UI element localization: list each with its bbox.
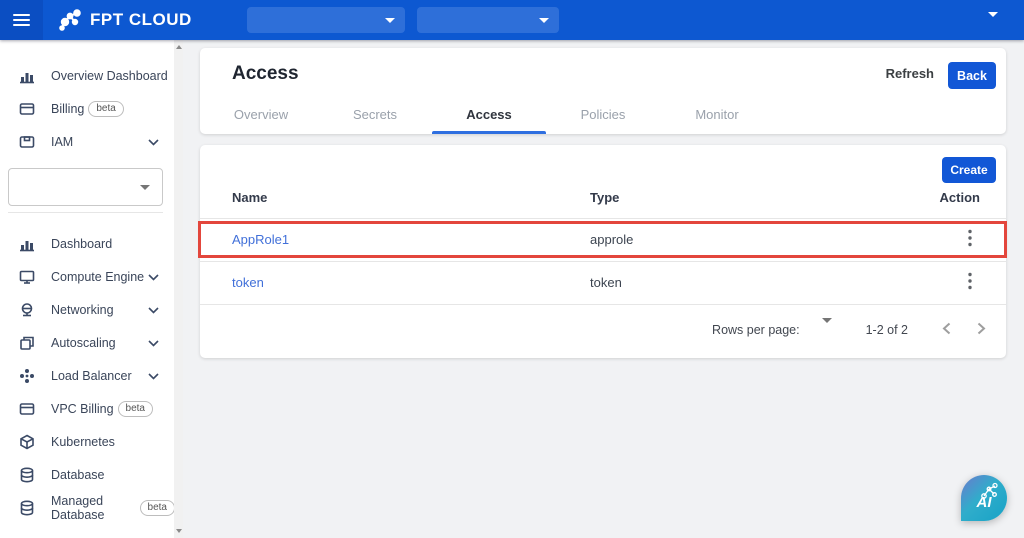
menu-icon[interactable] (0, 0, 43, 40)
refresh-button[interactable]: Refresh (886, 66, 934, 81)
row-type-value: approle (590, 232, 633, 247)
bar-chart-icon (18, 67, 36, 85)
access-header-card: Access Refresh Back Overview Secrets Acc… (200, 48, 1006, 134)
create-button[interactable]: Create (942, 157, 996, 183)
load-balancer-icon (18, 367, 36, 385)
previous-page-button[interactable] (942, 322, 951, 338)
chevron-down-icon (148, 270, 159, 284)
chevron-down-icon (148, 369, 159, 383)
sidebar-item-kubernetes[interactable]: Kubernetes (0, 425, 175, 458)
monitor-icon (18, 268, 36, 286)
sidebar-item-overview-dashboard[interactable]: Overview Dashboard (0, 59, 175, 92)
column-header-name: Name (232, 190, 267, 205)
row-name-link[interactable]: token (232, 275, 264, 290)
database-icon (18, 466, 36, 484)
sidebar-item-label: VPC Billing (51, 402, 114, 416)
sidebar-item-dashboard[interactable]: Dashboard (0, 227, 175, 260)
user-menu-dropdown[interactable] (988, 17, 998, 35)
sidebar-item-label: Networking (51, 303, 114, 317)
sidebar-item-label: IAM (51, 135, 73, 149)
sidebar-item-managed-database[interactable]: Managed Database beta (0, 491, 175, 524)
sidebar-item-label: Kubernetes (51, 435, 115, 449)
bar-chart-icon (18, 235, 36, 253)
fpt-cloud-logo: FPT CLOUD (57, 7, 192, 33)
sidebar-item-label: Dashboard (51, 237, 112, 251)
main-content: Access Refresh Back Overview Secrets Acc… (183, 40, 1024, 538)
tab-monitor[interactable]: Monitor (660, 100, 774, 134)
sidebar-item-iam[interactable]: IAM (0, 125, 175, 158)
chevron-down-icon (148, 303, 159, 317)
sidebar-item-label: Database (51, 468, 105, 482)
rows-per-page-label: Rows per page: (712, 323, 800, 337)
kebab-menu-icon[interactable] (964, 270, 976, 295)
sidebar-item-billing[interactable]: Billing beta (0, 92, 175, 125)
scroll-down-icon[interactable] (176, 529, 182, 533)
logo-network-icon (57, 7, 83, 33)
chevron-down-icon (148, 135, 159, 149)
page-title: Access (232, 63, 299, 85)
back-button[interactable]: Back (948, 62, 996, 89)
table-row[interactable]: AppRole1 approle (200, 218, 1006, 260)
next-page-button[interactable] (977, 322, 986, 338)
logo-text: FPT CLOUD (90, 10, 192, 30)
project-selector[interactable] (417, 7, 559, 33)
tab-access[interactable]: Access (432, 100, 546, 134)
ai-assistant-button[interactable]: AI (961, 475, 1007, 521)
chevron-down-icon (148, 336, 159, 350)
sidebar-item-compute-engine[interactable]: Compute Engine (0, 260, 175, 293)
table-row[interactable]: token token (200, 261, 1006, 303)
chevron-down-icon (539, 18, 549, 23)
chevron-down-icon (140, 185, 150, 190)
table-header: Name Type Action (200, 190, 1006, 218)
beta-badge: beta (88, 101, 123, 117)
sidebar-item-networking[interactable]: Networking (0, 293, 175, 326)
access-table-card: Create Name Type Action AppRole1 approle… (200, 145, 1006, 358)
tab-bar: Overview Secrets Access Policies Monitor (204, 100, 774, 134)
sidebar-item-label: Overview Dashboard (51, 69, 168, 83)
sidebar-context-selector[interactable] (8, 168, 163, 206)
top-bar: FPT CLOUD (0, 0, 1024, 40)
column-header-type: Type (590, 190, 619, 205)
id-card-icon (18, 133, 36, 151)
cube-icon (18, 433, 36, 451)
network-globe-icon (18, 301, 36, 319)
sidebar-scrollbar[interactable] (174, 40, 183, 538)
sidebar-item-autoscaling[interactable]: Autoscaling (0, 326, 175, 359)
tab-policies[interactable]: Policies (546, 100, 660, 134)
sidebar-divider (8, 212, 163, 213)
pagination-range: 1-2 of 2 (866, 323, 908, 337)
pagination: Rows per page: 1-2 of 2 (712, 310, 990, 350)
sidebar-item-database[interactable]: Database (0, 458, 175, 491)
row-name-link[interactable]: AppRole1 (232, 232, 289, 247)
sidebar-item-label: Autoscaling (51, 336, 116, 350)
chevron-down-icon (385, 18, 395, 23)
column-header-action: Action (940, 190, 980, 205)
billing-icon (18, 400, 36, 418)
table-bottom-divider (200, 304, 1006, 305)
sidebar-item-label: Managed Database (51, 494, 136, 522)
sidebar-item-monitoring[interactable]: Monitoring (0, 528, 175, 538)
database-icon (18, 499, 36, 517)
tab-secrets[interactable]: Secrets (318, 100, 432, 134)
kebab-menu-icon[interactable] (964, 227, 976, 252)
sidebar-item-vpc-billing[interactable]: VPC Billing beta (0, 392, 175, 425)
tab-overview[interactable]: Overview (204, 100, 318, 134)
scroll-up-icon[interactable] (176, 45, 182, 49)
layers-icon (18, 334, 36, 352)
billing-icon (18, 100, 36, 118)
sidebar-item-label: Load Balancer (51, 369, 132, 383)
row-type-value: token (590, 275, 622, 290)
region-selector[interactable] (247, 7, 405, 33)
sidebar-item-label: Billing (51, 102, 84, 116)
chevron-down-icon (988, 12, 998, 34)
sidebar-item-load-balancer[interactable]: Load Balancer (0, 359, 175, 392)
beta-badge: beta (118, 401, 153, 417)
sidebar: Overview Dashboard Billing beta IAM Dash… (0, 40, 183, 538)
beta-badge: beta (140, 500, 175, 516)
rows-per-page-dropdown[interactable] (822, 323, 832, 337)
sidebar-item-label: Compute Engine (51, 270, 144, 284)
ai-molecule-icon (978, 481, 1000, 503)
